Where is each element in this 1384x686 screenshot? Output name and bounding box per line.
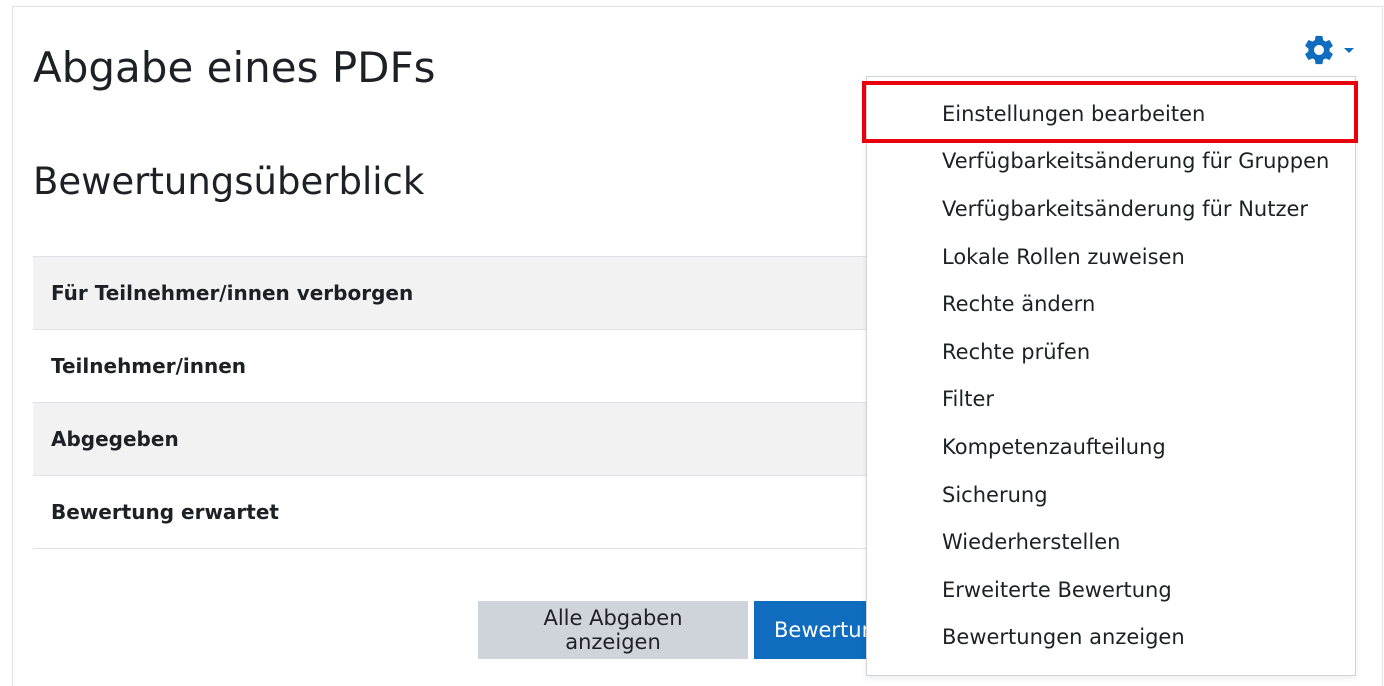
row-label: Bewertung erwartet <box>51 500 279 524</box>
menu-item-user-overrides[interactable]: Verfügbarkeitsänderung für Nutzer <box>867 185 1355 233</box>
menu-item-check-permissions[interactable]: Rechte prüfen <box>867 328 1355 376</box>
view-all-submissions-button[interactable]: Alle Abgaben anzeigen <box>478 601 748 659</box>
menu-item-advanced-grading[interactable]: Erweiterte Bewertung <box>867 566 1355 614</box>
section-title: Bewertungsüberblick <box>33 160 425 203</box>
row-label: Für Teilnehmer/innen verborgen <box>51 281 414 305</box>
menu-item-view-gradebook[interactable]: Bewertungen anzeigen <box>867 614 1355 662</box>
gear-icon <box>1305 35 1333 65</box>
menu-item-restore[interactable]: Wiederherstellen <box>867 518 1355 566</box>
actions-menu-toggle[interactable] <box>1302 32 1360 68</box>
caret-down-icon <box>1344 48 1354 53</box>
menu-item-competency-breakdown[interactable]: Kompetenzaufteilung <box>867 423 1355 471</box>
row-label: Abgegeben <box>51 427 179 451</box>
table-row: Für Teilnehmer/innen verborgen <box>33 257 867 330</box>
grading-summary-table: Für Teilnehmer/innen verborgen Teilnehme… <box>33 256 867 549</box>
table-row: Teilnehmer/innen <box>33 330 867 403</box>
table-row: Bewertung erwartet <box>33 476 867 549</box>
actions-dropdown-menu: Einstellungen bearbeiten Verfügbarkeitsä… <box>866 76 1356 676</box>
page-title: Abgabe eines PDFs <box>33 43 436 92</box>
menu-item-permissions[interactable]: Rechte ändern <box>867 280 1355 328</box>
menu-item-group-overrides[interactable]: Verfügbarkeitsänderung für Gruppen <box>867 138 1355 186</box>
menu-item-filters[interactable]: Filter <box>867 376 1355 424</box>
menu-item-assign-roles[interactable]: Lokale Rollen zuweisen <box>867 233 1355 281</box>
row-label: Teilnehmer/innen <box>51 354 247 378</box>
menu-item-edit-settings[interactable]: Einstellungen bearbeiten <box>867 90 1355 138</box>
table-row: Abgegeben <box>33 403 867 476</box>
actions-menu-list: Einstellungen bearbeiten Verfügbarkeitsä… <box>867 90 1355 661</box>
menu-item-backup[interactable]: Sicherung <box>867 471 1355 519</box>
